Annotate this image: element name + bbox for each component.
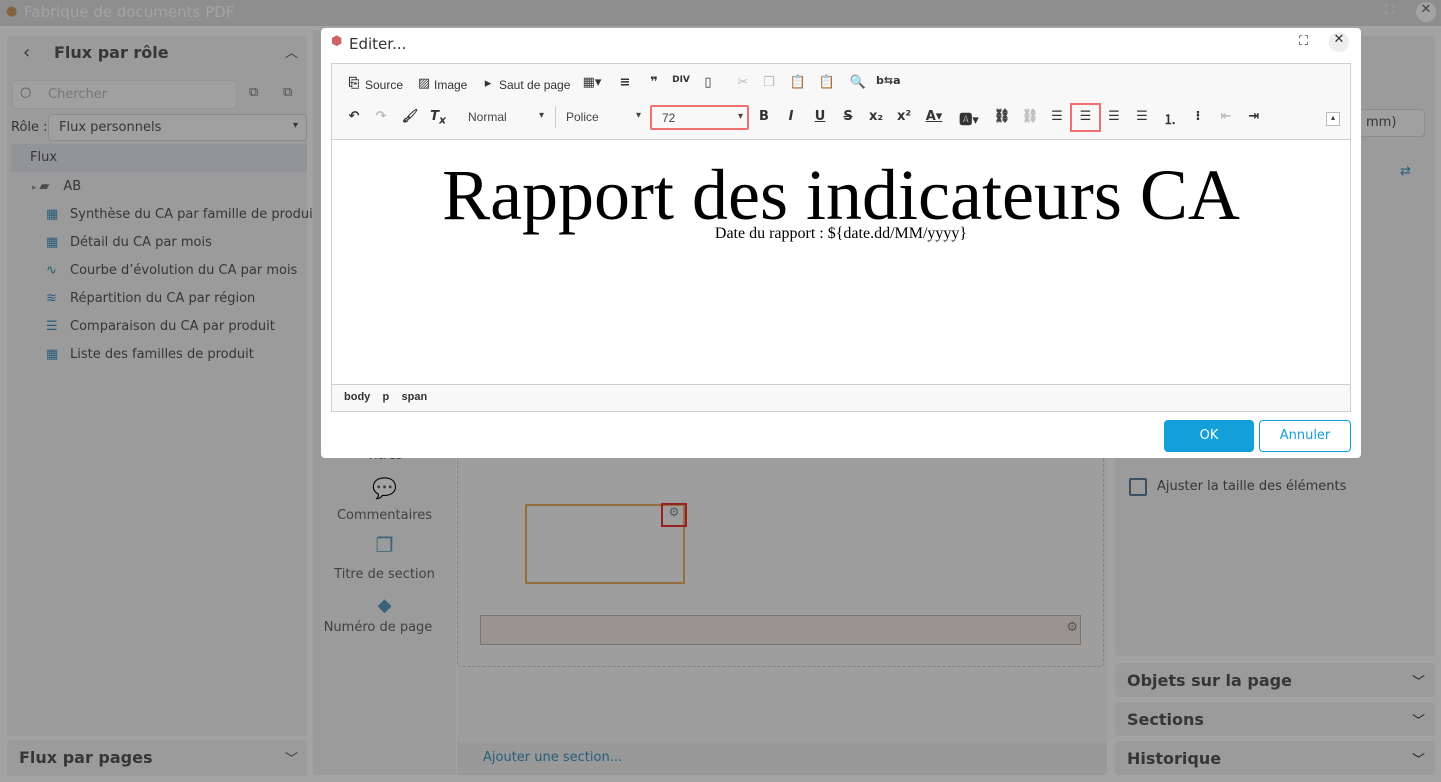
numbered-list-icon[interactable]: ⒈ <box>1160 109 1180 128</box>
text-color-icon[interactable]: A▾ <box>924 109 944 124</box>
edit-dialog: ⬢ Editer... ⛶ ✕ ⎘ Source ▨ Image ▸ Saut de … <box>321 28 1361 458</box>
replace-icon[interactable]: b⇆a <box>876 74 901 87</box>
collapse-toolbar-icon[interactable]: ▴ <box>1326 112 1340 126</box>
italic-icon[interactable]: I <box>781 109 801 124</box>
horizontal-line-icon[interactable]: ≡ <box>615 75 635 90</box>
paste-text-icon[interactable]: 📋 <box>817 75 837 90</box>
format-select[interactable]: Normal <box>458 106 548 128</box>
ok-button[interactable]: OK <box>1164 420 1254 452</box>
maximize-icon[interactable]: ⛶ <box>1299 34 1308 49</box>
paste-icon[interactable]: 📋 <box>788 75 808 90</box>
superscript-icon[interactable]: x² <box>894 109 914 124</box>
copy-format-icon[interactable]: 🖌 <box>400 109 420 124</box>
table-icon[interactable]: ▦▾ <box>582 75 602 90</box>
rich-text-editor: ⎘ Source ▨ Image ▸ Saut de page ▦▾ ≡ ❞ DIV … <box>331 63 1351 412</box>
remove-format-icon[interactable]: Tx <box>428 109 448 127</box>
close-icon[interactable]: ✕ <box>1329 32 1349 52</box>
element-path: body p span <box>344 391 427 403</box>
align-left-icon[interactable]: ☰ <box>1047 109 1067 124</box>
page-break-icon: ▸ <box>484 76 492 91</box>
iframe-icon[interactable]: ▯ <box>698 75 718 90</box>
bullet-list-icon[interactable]: ⁝ <box>1188 109 1208 124</box>
justify-icon[interactable]: ☰ <box>1132 109 1152 124</box>
subscript-icon[interactable]: x₂ <box>866 109 886 124</box>
cancel-button[interactable]: Annuler <box>1259 420 1351 452</box>
font-select[interactable]: Police <box>555 106 645 128</box>
heading-text[interactable]: Rapport des indicateurs CA <box>332 154 1350 236</box>
editor-content[interactable]: Rapport des indicateurs CA Date du rappo… <box>332 139 1350 385</box>
link-icon[interactable]: ⛓ <box>992 109 1012 124</box>
div-icon[interactable]: DIV <box>671 75 691 85</box>
underline-icon[interactable]: U <box>810 109 830 124</box>
redo-icon[interactable]: ↷ <box>371 109 391 124</box>
image-button[interactable]: Image <box>434 78 467 92</box>
find-icon[interactable]: 🔍 <box>848 75 868 90</box>
path-p[interactable]: p <box>383 391 390 403</box>
indent-icon[interactable]: ⇥ <box>1244 109 1264 124</box>
outdent-icon[interactable]: ⇤ <box>1216 109 1236 124</box>
align-right-icon[interactable]: ☰ <box>1104 109 1124 124</box>
bold-icon[interactable]: B <box>754 109 774 124</box>
font-size-select[interactable]: 72 <box>650 105 749 130</box>
unlink-icon[interactable]: ⛓ <box>1020 109 1040 124</box>
path-body[interactable]: body <box>344 391 370 403</box>
align-center-icon[interactable]: ☰ <box>1070 103 1101 132</box>
path-span[interactable]: span <box>401 391 427 403</box>
strike-icon[interactable]: S <box>838 109 858 124</box>
page-break-button[interactable]: Saut de page <box>499 78 570 92</box>
dialog-title: Editer... <box>349 35 407 53</box>
undo-icon[interactable]: ↶ <box>344 109 364 124</box>
cut-icon[interactable]: ✂ <box>733 75 753 90</box>
copy-icon[interactable]: ❐ <box>759 75 779 90</box>
app-logo-icon: ⬢ <box>331 34 343 49</box>
blockquote-icon[interactable]: ❞ <box>644 75 664 90</box>
source-button[interactable]: Source <box>365 78 403 92</box>
bg-color-icon[interactable]: 🅰▾ <box>959 109 979 128</box>
image-icon: ▨ <box>417 76 431 91</box>
